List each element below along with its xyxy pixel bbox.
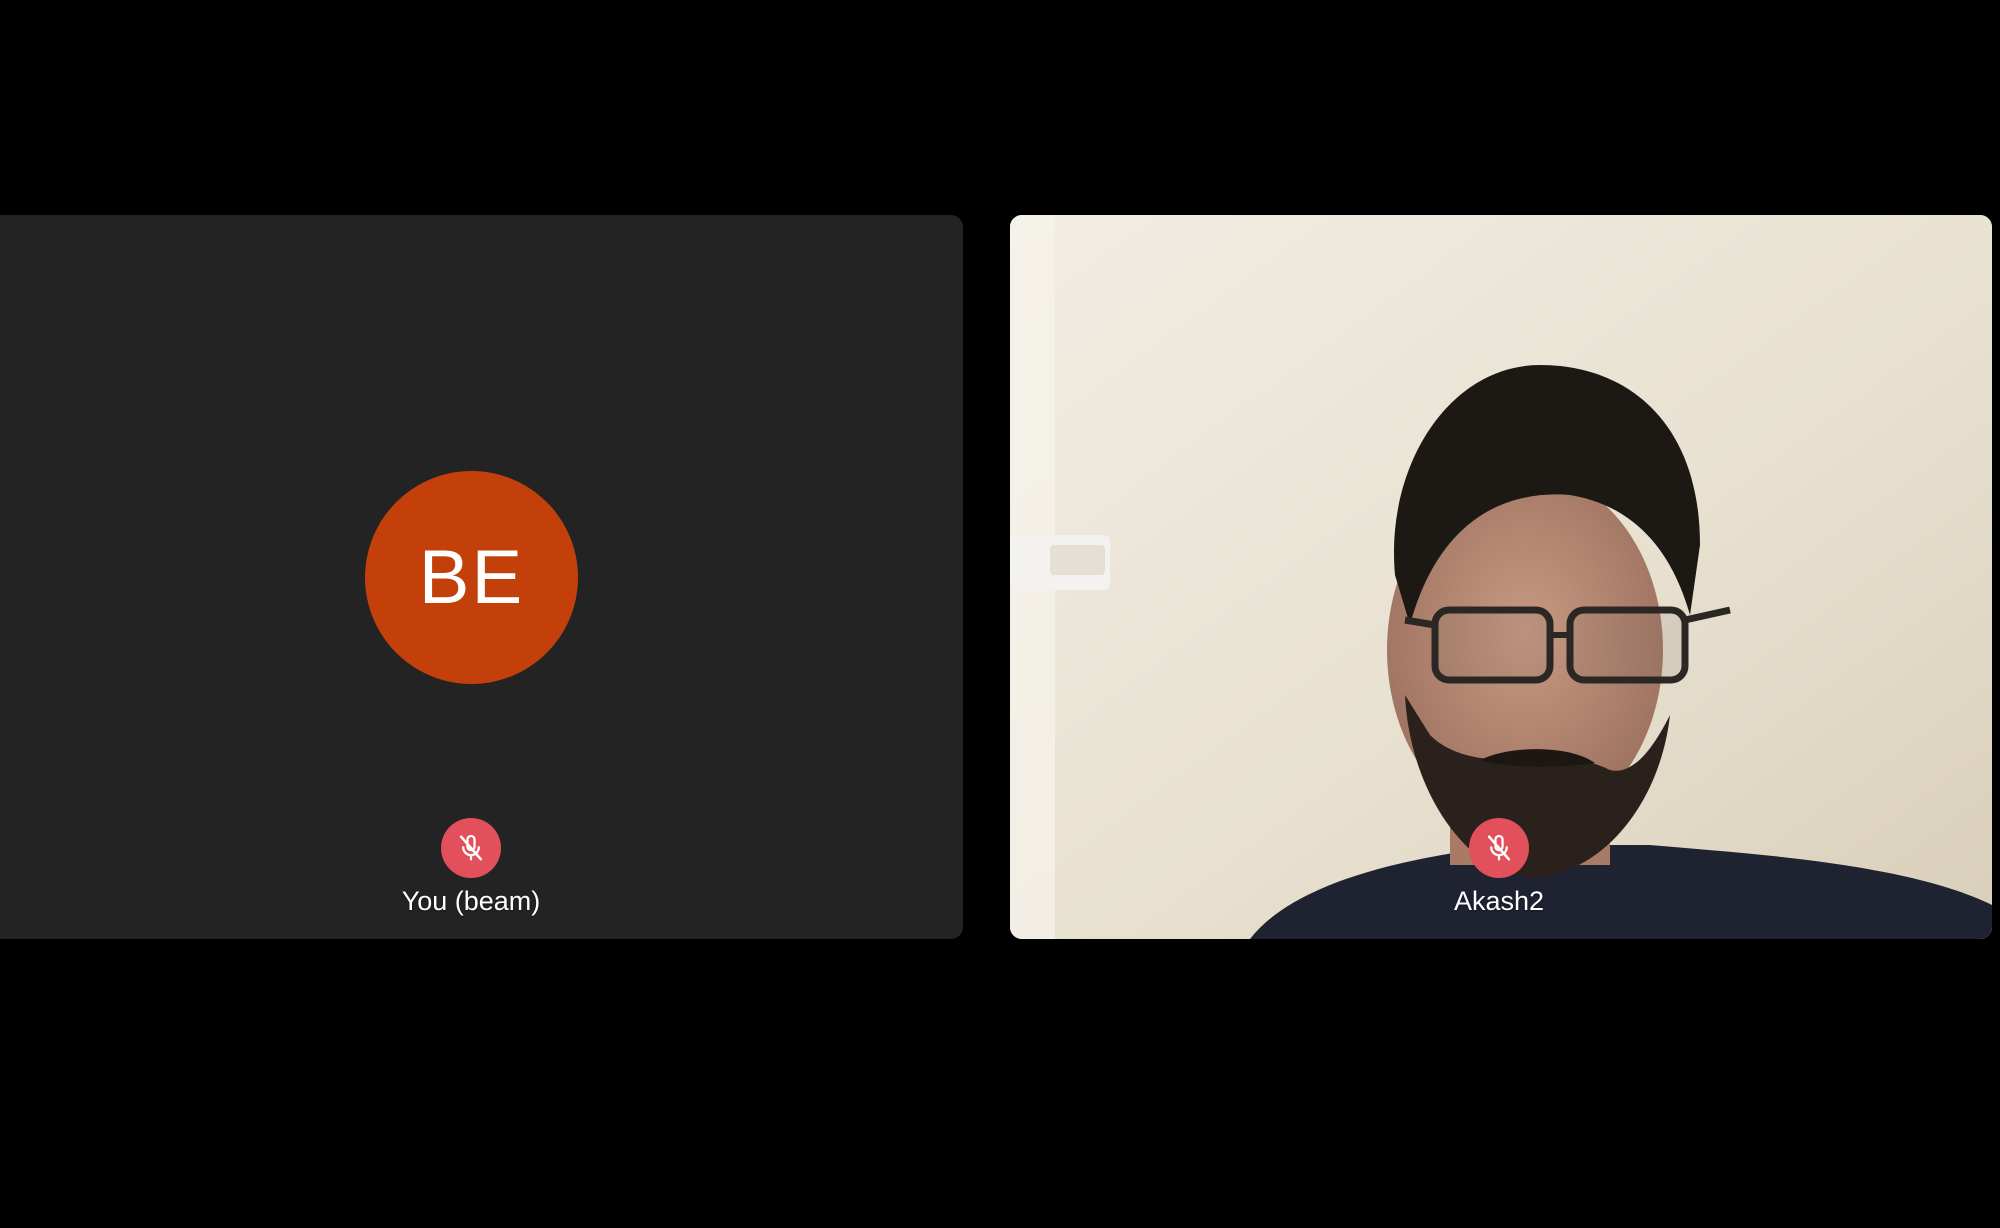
avatar: BE: [365, 471, 578, 684]
meeting-stage: BE You (beam) Akash2: [0, 0, 2000, 1228]
participant-name: You (beam): [401, 886, 541, 916]
participant-tile-remote[interactable]: Akash2: [1010, 215, 1992, 939]
participant-tile-self[interactable]: BE You (beam): [0, 215, 963, 939]
mic-off-icon: [441, 818, 501, 878]
mic-off-icon-glyph: [1487, 834, 1511, 861]
participant-name: Akash2: [1453, 886, 1545, 916]
mic-off-icon-glyph: [459, 834, 483, 861]
mic-off-icon: [1469, 818, 1529, 878]
avatar-initials: BE: [418, 535, 525, 620]
